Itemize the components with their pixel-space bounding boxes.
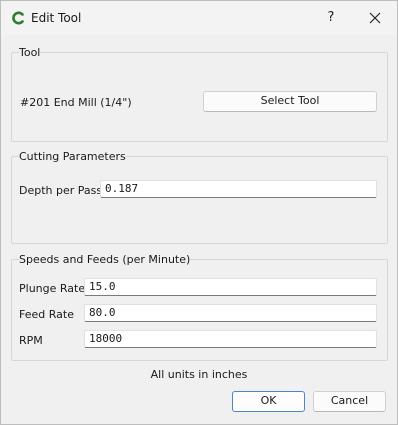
depth-per-pass-label: Depth per Pass: [19, 184, 103, 197]
close-button[interactable]: [359, 3, 391, 33]
tool-group: Tool #201 End Mill (1/4") Select Tool: [11, 47, 388, 142]
rpm-input[interactable]: 18000: [84, 330, 377, 348]
plunge-rate-input[interactable]: 15.0: [84, 278, 377, 296]
close-icon: [369, 12, 381, 24]
title-bar: Edit Tool ?: [1, 1, 397, 35]
help-button[interactable]: ?: [315, 3, 347, 33]
cancel-button[interactable]: Cancel: [313, 391, 386, 412]
app-logo-icon: [12, 11, 24, 25]
speeds-feeds-title: Speeds and Feeds (per Minute): [19, 253, 191, 266]
cutting-parameters-group: Cutting Parameters Depth per Pass 0.187: [11, 151, 388, 244]
tool-name-label: #201 End Mill (1/4"): [20, 96, 132, 109]
select-tool-button[interactable]: Select Tool: [203, 91, 377, 112]
feed-rate-input[interactable]: 80.0: [84, 304, 377, 322]
speeds-feeds-group: Speeds and Feeds (per Minute) Plunge Rat…: [11, 254, 388, 361]
units-note: All units in inches: [150, 368, 248, 381]
edit-tool-dialog: Edit Tool ? Tool #201 End Mill (1/4") Se…: [0, 0, 398, 425]
cutting-parameters-title: Cutting Parameters: [19, 150, 126, 163]
ok-button[interactable]: OK: [232, 391, 305, 412]
window-title: Edit Tool: [31, 11, 82, 25]
tool-group-title: Tool: [19, 46, 41, 59]
feed-rate-label: Feed Rate: [19, 308, 74, 321]
depth-per-pass-input[interactable]: 0.187: [100, 180, 377, 198]
rpm-label: RPM: [19, 334, 43, 347]
plunge-rate-label: Plunge Rate: [19, 282, 86, 295]
